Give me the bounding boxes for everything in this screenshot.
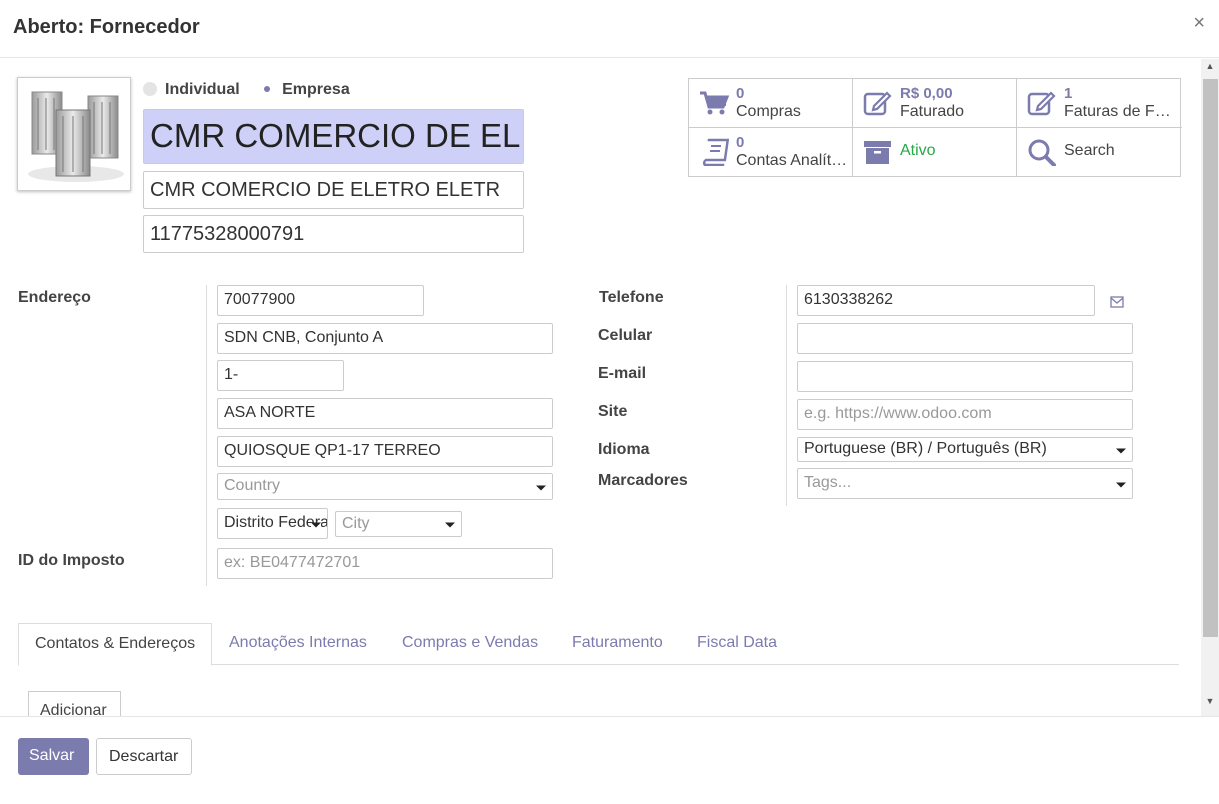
chevron-down-icon <box>536 485 546 490</box>
company-avatar[interactable] <box>17 77 131 191</box>
purchases-label: Compras <box>736 103 801 120</box>
scroll-down-arrow-icon[interactable]: ▼ <box>1201 696 1219 712</box>
search-icon <box>1028 139 1056 166</box>
purchases-button[interactable]: 0 Compras <box>689 79 853 128</box>
close-button[interactable]: × <box>1193 12 1205 35</box>
radio-individual-label: Individual <box>165 81 240 98</box>
edit-icon <box>1027 91 1056 116</box>
site-label: Site <box>598 403 628 420</box>
radio-company[interactable]: Empresa <box>260 81 350 98</box>
city-select[interactable]: City <box>335 511 462 537</box>
vendor-bills-label: Faturas de Fornecedor <box>1064 103 1176 120</box>
chevron-down-icon <box>311 522 321 527</box>
cart-icon <box>700 91 729 115</box>
archive-icon <box>864 141 891 164</box>
language-select[interactable]: Portuguese (BR) / Português (BR) <box>797 437 1133 462</box>
tags-placeholder: Tags... <box>804 474 852 491</box>
chevron-down-icon <box>445 522 455 528</box>
invoiced-button[interactable]: R$ 0,00 Faturado <box>853 79 1017 128</box>
tab-contacts-addresses[interactable]: Contatos & Endereços <box>18 623 213 666</box>
book-icon <box>702 138 729 166</box>
save-button[interactable]: Salvar <box>18 738 89 775</box>
district-input[interactable]: ASA NORTE <box>217 398 553 429</box>
email-input[interactable] <box>797 361 1133 392</box>
radio-circle[interactable] <box>143 82 157 96</box>
chevron-down-icon <box>1116 448 1126 453</box>
tax-id-input[interactable]: ex: BE0477472701 <box>217 548 553 579</box>
address-label: Endereço <box>18 289 91 306</box>
tab-internal-notes[interactable]: Anotações Internas <box>213 623 383 665</box>
state-select[interactable]: Distrito Federal <box>217 508 328 539</box>
invoiced-amount: R$ 0,00 <box>900 85 953 102</box>
radio-company-label: Empresa <box>282 81 350 98</box>
language-value: Portuguese (BR) / Português (BR) <box>804 440 1047 457</box>
analytic-accounts-count: 0 <box>736 134 745 151</box>
buildings-icon <box>28 91 124 182</box>
tax-id-label: ID do Imposto <box>18 552 125 569</box>
discard-button[interactable]: Descartar <box>96 738 192 775</box>
notebook-tabs: Contatos & Endereços Anotações Internas … <box>18 623 1179 666</box>
vendor-bills-count: 1 <box>1064 85 1073 102</box>
vendor-bills-button[interactable]: 1 Faturas de Fornecedor <box>1017 79 1182 128</box>
mobile-input[interactable] <box>797 323 1133 354</box>
street2-input[interactable]: QUIOSQUE QP1-17 TERREO <box>217 436 553 467</box>
tab-invoicing[interactable]: Faturamento <box>556 623 679 665</box>
dialog-footer: Salvar Descartar <box>0 716 1219 802</box>
radio-individual[interactable]: Individual <box>143 81 240 98</box>
tab-fiscal-data[interactable]: Fiscal Data <box>681 623 793 665</box>
invoiced-label: Faturado <box>900 103 965 120</box>
company-type-radio: Individual Empresa <box>143 81 350 101</box>
country-placeholder: Country <box>224 477 281 494</box>
site-input[interactable]: e.g. https://www.odoo.com <box>797 399 1133 430</box>
city-placeholder: City <box>342 515 370 532</box>
phone-label: Telefone <box>599 289 664 306</box>
analytic-accounts-label: Contas Analíticas <box>736 152 848 169</box>
tab-sales-purchases[interactable]: Compras e Vendas <box>386 623 554 665</box>
zip-input[interactable]: 70077900 <box>217 285 424 316</box>
address-divider <box>206 285 207 586</box>
contact-divider <box>786 285 787 506</box>
street-number-input[interactable]: 1- <box>217 360 344 391</box>
cnpj-input[interactable]: 11775328000791 <box>143 215 524 253</box>
email-label: E-mail <box>598 365 647 382</box>
edit-icon <box>863 91 892 116</box>
street-input[interactable]: SDN CNB, Conjunto A <box>217 323 553 354</box>
dialog-header: Aberto: Fornecedor × <box>0 0 1219 58</box>
scroll-up-arrow-icon[interactable]: ▲ <box>1201 61 1219 77</box>
analytic-accounts-button[interactable]: 0 Contas Analíticas <box>689 128 853 177</box>
radio-circle-checked[interactable] <box>260 82 275 96</box>
scrollbar[interactable]: ▲ ▼ <box>1201 59 1219 716</box>
phone-input[interactable]: 6130338262 <box>797 285 1095 316</box>
sms-envelope-icon[interactable] <box>1110 296 1124 308</box>
supplier-dialog: Aberto: Fornecedor × Individual Empresa … <box>0 0 1219 802</box>
scrollbar-thumb[interactable] <box>1203 79 1218 637</box>
mobile-label: Celular <box>598 327 653 344</box>
trade-name-input[interactable]: CMR COMERCIO DE ELETRO ELETR <box>143 171 524 209</box>
country-select[interactable]: Country <box>217 473 553 500</box>
partner-name-input[interactable]: CMR COMERCIO DE ELETRO ELETR <box>143 109 524 164</box>
search-button[interactable]: Search <box>1017 128 1182 177</box>
smart-buttons-box: 0 Compras R$ 0,00 Faturado 1 Faturas de … <box>688 78 1182 177</box>
active-label: Ativo <box>900 142 936 159</box>
active-toggle-button[interactable]: Ativo <box>853 128 1017 177</box>
tags-input[interactable]: Tags... <box>797 468 1133 499</box>
language-label: Idioma <box>598 441 650 458</box>
tags-label: Marcadores <box>598 472 688 489</box>
chevron-down-icon <box>1116 482 1126 487</box>
search-label: Search <box>1064 142 1115 159</box>
dialog-title: Aberto: Fornecedor <box>13 16 200 38</box>
purchases-count: 0 <box>736 85 745 102</box>
